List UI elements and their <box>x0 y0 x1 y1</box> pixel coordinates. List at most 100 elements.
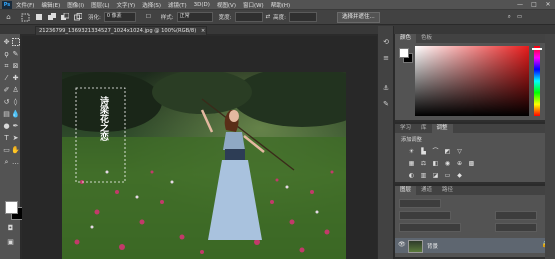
path-select-tool-icon[interactable]: ➤ <box>11 134 20 143</box>
zoom-tool-icon[interactable]: ⌕ <box>2 158 11 167</box>
subtract-selection-icon[interactable] <box>60 13 69 22</box>
hand-tool-icon[interactable]: ✋ <box>11 146 20 155</box>
gradient-tool-icon[interactable]: ▤ <box>2 110 11 119</box>
exposure-icon[interactable]: ◩ <box>443 148 452 155</box>
home-icon[interactable]: ⌂ <box>4 13 13 22</box>
eyedropper-tool-icon[interactable]: ⁄ <box>2 74 11 83</box>
lasso-tool-icon[interactable]: ϙ <box>2 50 11 59</box>
black-white-icon[interactable]: ◧ <box>431 160 440 167</box>
dodge-tool-icon[interactable]: ● <box>2 122 11 131</box>
style-select[interactable]: 正常 <box>176 12 213 22</box>
maximize-button[interactable]: □ <box>527 0 541 10</box>
menu-edit[interactable]: 编辑(E) <box>41 1 60 9</box>
photo-caption-text[interactable]: 诗梁花之恋 <box>88 96 108 141</box>
tab-layers[interactable]: 图层 <box>395 186 417 195</box>
foreground-color-swatch[interactable] <box>5 201 18 214</box>
clone-stamp-tool-icon[interactable]: ♙ <box>11 86 20 95</box>
close-button[interactable]: ✕ <box>541 0 555 10</box>
history-panel-icon[interactable]: ⟲ <box>381 38 391 46</box>
more-tools-icon[interactable]: … <box>11 158 20 167</box>
healing-brush-tool-icon[interactable]: ✚ <box>11 74 20 83</box>
tab-paths[interactable]: 路径 <box>437 186 458 195</box>
pen-tool-icon[interactable]: ✒ <box>11 122 20 131</box>
intersect-selection-icon[interactable] <box>73 13 82 22</box>
search-icon[interactable]: ⌕ <box>508 14 511 21</box>
brush-panel-icon[interactable]: ✎ <box>381 100 391 108</box>
menu-image[interactable]: 图像(I) <box>67 1 84 9</box>
foreground-color-chip[interactable] <box>399 48 409 58</box>
menu-type[interactable]: 文字(Y) <box>117 1 136 9</box>
shape-tool-icon[interactable]: ▭ <box>2 146 11 155</box>
gradient-map-icon[interactable]: ▭ <box>443 172 452 179</box>
new-selection-icon[interactable] <box>34 13 43 22</box>
rect-marquee-tool-icon[interactable] <box>11 38 20 47</box>
hue-saturation-icon[interactable]: ▦ <box>407 160 416 167</box>
selective-color-icon[interactable]: ◆ <box>455 172 464 179</box>
channel-mixer-icon[interactable]: ⊕ <box>455 160 464 167</box>
properties-panel-icon[interactable]: ≡ <box>381 54 391 62</box>
select-and-mask-button[interactable]: 选择并遮住... <box>336 11 380 23</box>
threshold-icon[interactable]: ◪ <box>431 172 440 179</box>
invert-icon[interactable]: ◐ <box>407 172 416 179</box>
blend-mode-select[interactable] <box>399 211 451 220</box>
document-tab[interactable]: 21236799_1369321334527_1024x1024.jpg @ 1… <box>35 26 207 36</box>
tab-swatches[interactable]: 色板 <box>416 34 437 43</box>
marquee-tool-icon[interactable] <box>21 13 30 22</box>
menu-help[interactable]: 帮助(H) <box>271 1 290 9</box>
workspace-icon[interactable]: ▭ <box>517 14 522 20</box>
antialias-checkbox[interactable]: ☐ <box>146 14 151 20</box>
height-label: 高度: <box>273 15 286 21</box>
brightness-icon[interactable]: ☀ <box>407 148 416 155</box>
width-input[interactable] <box>234 12 263 22</box>
menu-file[interactable]: 文件(F) <box>16 1 34 9</box>
adjust-panel-icon[interactable]: ⚓ <box>381 84 391 92</box>
type-tool-icon[interactable]: T <box>2 134 11 143</box>
frame-tool-icon[interactable]: ⊠ <box>11 62 20 71</box>
history-brush-tool-icon[interactable]: ↺ <box>2 98 11 107</box>
screen-mode-icon[interactable]: ▣ <box>6 238 15 247</box>
tab-color[interactable]: 颜色 <box>395 34 417 43</box>
tab-libraries[interactable]: 库 <box>416 124 432 133</box>
eye-icon[interactable]: 👁 <box>398 241 406 248</box>
crop-tool-icon[interactable]: ⌗ <box>2 62 11 71</box>
brush-tool-icon[interactable]: ✐ <box>2 86 11 95</box>
lock-options[interactable] <box>399 223 461 232</box>
layers-panel: 图层 通道 路径 ≡ 👁 背景 🔒 <box>395 186 555 259</box>
document-image[interactable]: 诗梁花之恋 <box>62 72 346 259</box>
add-selection-icon[interactable] <box>47 13 56 22</box>
menu-select[interactable]: 选择(S) <box>142 1 161 9</box>
color-picker-field[interactable] <box>415 46 529 116</box>
tab-adjustments[interactable]: 调整 <box>431 124 453 133</box>
color-balance-icon[interactable]: ⚖ <box>419 160 428 167</box>
menu-layer[interactable]: 图层(L) <box>91 1 109 9</box>
levels-icon[interactable]: ▙ <box>419 148 428 155</box>
posterize-icon[interactable]: ▥ <box>419 172 428 179</box>
opacity-input[interactable] <box>495 211 537 220</box>
hue-slider[interactable] <box>534 46 540 116</box>
tab-learn[interactable]: 学习 <box>395 124 416 133</box>
color-lookup-icon[interactable]: ▩ <box>467 160 476 167</box>
tab-channels[interactable]: 通道 <box>416 186 437 195</box>
quick-mask-icon[interactable]: ◘ <box>6 224 15 233</box>
close-tab-icon[interactable]: × <box>201 28 205 34</box>
photo-filter-icon[interactable]: ◉ <box>443 160 452 167</box>
menu-3d[interactable]: 3D(D) <box>194 2 210 8</box>
curves-icon[interactable]: ⌒ <box>431 148 440 155</box>
feather-input[interactable]: 0 像素 <box>103 12 136 22</box>
blur-tool-icon[interactable]: 💧 <box>11 110 20 119</box>
minimize-button[interactable]: — <box>513 0 527 10</box>
quick-select-tool-icon[interactable]: ✎ <box>11 50 20 59</box>
layer-row[interactable]: 👁 背景 🔒 <box>395 238 555 253</box>
layer-filter-select[interactable] <box>399 199 441 208</box>
move-tool-icon[interactable]: ✥ <box>2 38 11 47</box>
height-input[interactable] <box>288 12 317 22</box>
panel-scrollbar[interactable] <box>545 34 555 259</box>
menu-filter[interactable]: 滤镜(T) <box>168 1 187 9</box>
menu-view[interactable]: 视图(V) <box>217 1 236 9</box>
fill-input[interactable] <box>495 223 537 232</box>
vibrance-icon[interactable]: ▽ <box>455 148 464 155</box>
eraser-tool-icon[interactable]: ◊ <box>11 98 20 107</box>
hue-slider-handle[interactable] <box>532 48 542 50</box>
swap-icon[interactable]: ⇄ <box>266 14 271 20</box>
menu-window[interactable]: 窗口(W) <box>243 1 264 9</box>
